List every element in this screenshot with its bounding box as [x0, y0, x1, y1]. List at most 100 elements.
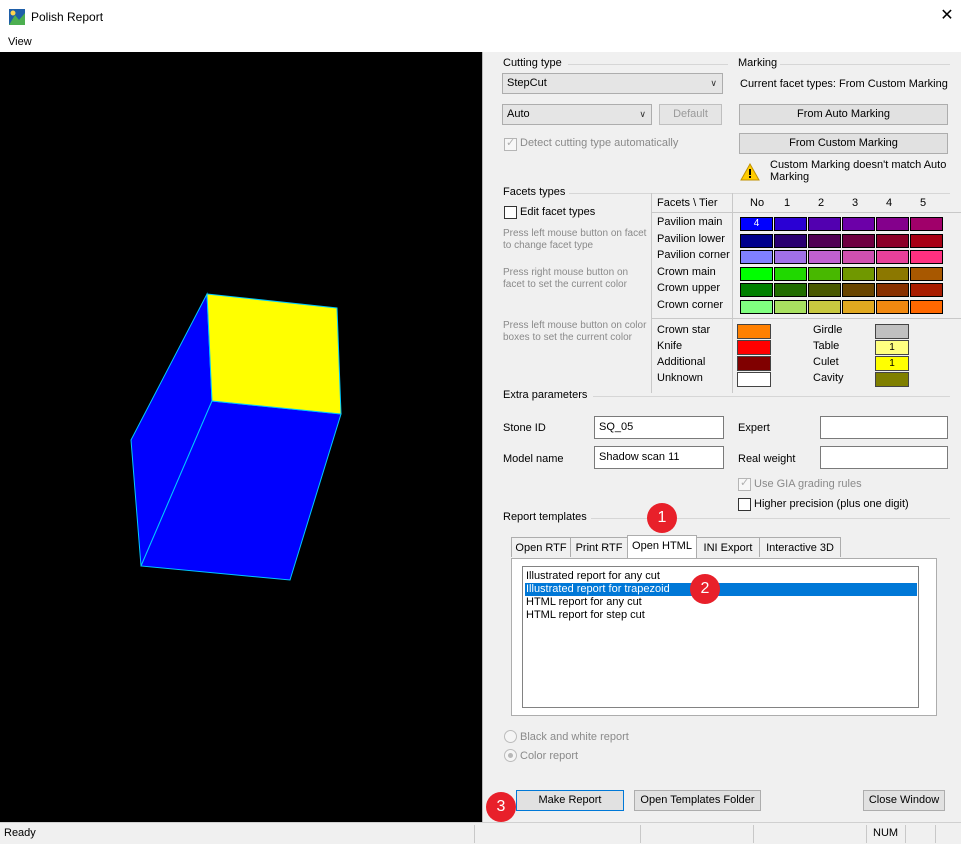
- real-weight-field[interactable]: [820, 446, 948, 469]
- other-facet-swatch[interactable]: 1: [875, 356, 909, 371]
- divider: [905, 825, 906, 843]
- tab-print-rtf[interactable]: Print RTF: [570, 537, 628, 557]
- template-tabs: Open RTF Print RTF Open HTML INI Export …: [511, 535, 936, 560]
- expert-field[interactable]: [820, 416, 948, 439]
- facet-color-cell[interactable]: [876, 250, 909, 264]
- other-facet-swatch[interactable]: [737, 356, 771, 371]
- gia-rules-label: Use GIA grading rules: [754, 478, 862, 490]
- facet-color-cell[interactable]: [808, 233, 841, 248]
- facet-color-cell[interactable]: [740, 250, 773, 264]
- facet-color-cell[interactable]: [876, 266, 909, 281]
- tier-header: 4: [886, 197, 893, 209]
- facet-color-cell[interactable]: [910, 217, 943, 231]
- facet-color-cell[interactable]: [910, 266, 943, 281]
- higher-precision-checkbox[interactable]: [738, 498, 751, 511]
- tab-ini-export[interactable]: INI Export: [696, 537, 760, 557]
- cutting-mode-value: Auto: [507, 108, 530, 120]
- template-list[interactable]: Illustrated report for any cut Illustrat…: [522, 566, 919, 708]
- facet-color-cell[interactable]: [774, 283, 807, 297]
- facet-color-cell[interactable]: [910, 233, 943, 248]
- facet-color-cell[interactable]: [808, 266, 841, 281]
- other-facet-label: Knife: [657, 340, 683, 352]
- facet-color-cell[interactable]: [740, 299, 773, 314]
- facets-types-title: Facets types: [503, 186, 566, 198]
- marking-warning: Custom Marking doesn't match Auto Markin…: [770, 159, 947, 183]
- menu-bar: View: [0, 34, 961, 52]
- facet-color-cell[interactable]: [774, 266, 807, 281]
- edit-facet-types-checkbox[interactable]: [504, 206, 517, 219]
- other-facet-swatch[interactable]: 1: [875, 340, 909, 355]
- facet-color-cell[interactable]: [910, 299, 943, 314]
- other-facet-swatch[interactable]: [737, 340, 771, 355]
- open-templates-folder-button[interactable]: Open Templates Folder: [634, 790, 761, 811]
- facet-color-cell[interactable]: [740, 233, 773, 248]
- black-white-radio[interactable]: [504, 730, 517, 743]
- facet-color-cell[interactable]: [808, 217, 841, 231]
- from-custom-marking-button[interactable]: From Custom Marking: [739, 133, 948, 154]
- tier-header: 2: [818, 197, 825, 209]
- expert-label: Expert: [738, 422, 770, 434]
- facet-color-cell[interactable]: [876, 299, 909, 314]
- facet-color-cell[interactable]: [740, 283, 773, 297]
- facet-color-cell[interactable]: [842, 299, 875, 314]
- facet-color-cell[interactable]: [842, 233, 875, 248]
- facet-color-cell[interactable]: 4: [740, 217, 773, 231]
- facet-color-cell[interactable]: [774, 233, 807, 248]
- step-badge-2: 2: [690, 574, 720, 604]
- other-facet-swatch[interactable]: [737, 372, 771, 387]
- menu-view[interactable]: View: [8, 36, 32, 48]
- model-name-field[interactable]: Shadow scan 11: [594, 446, 724, 469]
- facet-color-cell[interactable]: [842, 266, 875, 281]
- facet-color-cell[interactable]: [774, 299, 807, 314]
- cutting-mode-select[interactable]: Auto ∨: [502, 104, 652, 125]
- facet-color-cell[interactable]: [808, 299, 841, 314]
- stone-id-field[interactable]: SQ_05: [594, 416, 724, 439]
- detect-cutting-checkbox[interactable]: [504, 136, 517, 151]
- facet-color-cell[interactable]: [876, 217, 909, 231]
- close-window-button[interactable]: Close Window: [863, 790, 945, 811]
- facet-color-cell[interactable]: [910, 283, 943, 297]
- 3d-viewport[interactable]: [0, 52, 482, 822]
- facets-help-1: Press left mouse button on facet to chan…: [503, 228, 647, 251]
- report-templates-title: Report templates: [503, 511, 587, 523]
- other-facet-swatch[interactable]: [875, 324, 909, 339]
- facet-color-cell[interactable]: [740, 266, 773, 281]
- window-title: Polish Report: [31, 10, 104, 24]
- tier-header: 3: [852, 197, 859, 209]
- facet-color-cell[interactable]: [842, 217, 875, 231]
- higher-precision-label: Higher precision (plus one digit): [754, 498, 909, 510]
- other-facet-label: Table: [813, 340, 840, 352]
- facet-color-cell[interactable]: [774, 217, 807, 231]
- list-item[interactable]: HTML report for step cut: [525, 609, 645, 622]
- make-report-button[interactable]: Make Report: [516, 790, 624, 811]
- black-white-label: Black and white report: [520, 731, 629, 743]
- facet-color-cell[interactable]: [774, 250, 807, 264]
- list-item-selected[interactable]: Illustrated report for trapezoid: [525, 583, 917, 596]
- color-report-radio[interactable]: [504, 749, 517, 762]
- tab-interactive-3d[interactable]: Interactive 3D: [759, 537, 841, 557]
- cutting-type-select[interactable]: StepCut ∨: [502, 73, 723, 94]
- facet-color-cell[interactable]: [910, 250, 943, 264]
- gia-rules-checkbox[interactable]: [738, 476, 751, 491]
- facet-color-cell[interactable]: [876, 233, 909, 248]
- facet-color-cell[interactable]: [808, 250, 841, 264]
- model-name-label: Model name: [503, 453, 564, 465]
- facet-color-cell[interactable]: [842, 283, 875, 297]
- divider: [651, 193, 652, 393]
- facet-color-cell[interactable]: [808, 283, 841, 297]
- tab-open-html[interactable]: Open HTML: [627, 535, 697, 558]
- facets-help-3: Press left mouse button on color boxes t…: [503, 320, 647, 343]
- default-button[interactable]: Default: [659, 104, 722, 125]
- list-item[interactable]: Illustrated report for any cut: [525, 570, 660, 583]
- from-auto-marking-button[interactable]: From Auto Marking: [739, 104, 948, 125]
- facet-color-cell[interactable]: [842, 250, 875, 264]
- other-facet-swatch[interactable]: [875, 372, 909, 387]
- divider: [569, 193, 950, 194]
- facet-color-cell[interactable]: [876, 283, 909, 297]
- other-facet-swatch[interactable]: [737, 324, 771, 339]
- list-item[interactable]: HTML report for any cut: [525, 596, 642, 609]
- divider: [732, 193, 733, 393]
- close-icon[interactable]: ✕: [937, 5, 957, 27]
- status-text: Ready: [4, 827, 36, 839]
- tab-open-rtf[interactable]: Open RTF: [511, 537, 571, 557]
